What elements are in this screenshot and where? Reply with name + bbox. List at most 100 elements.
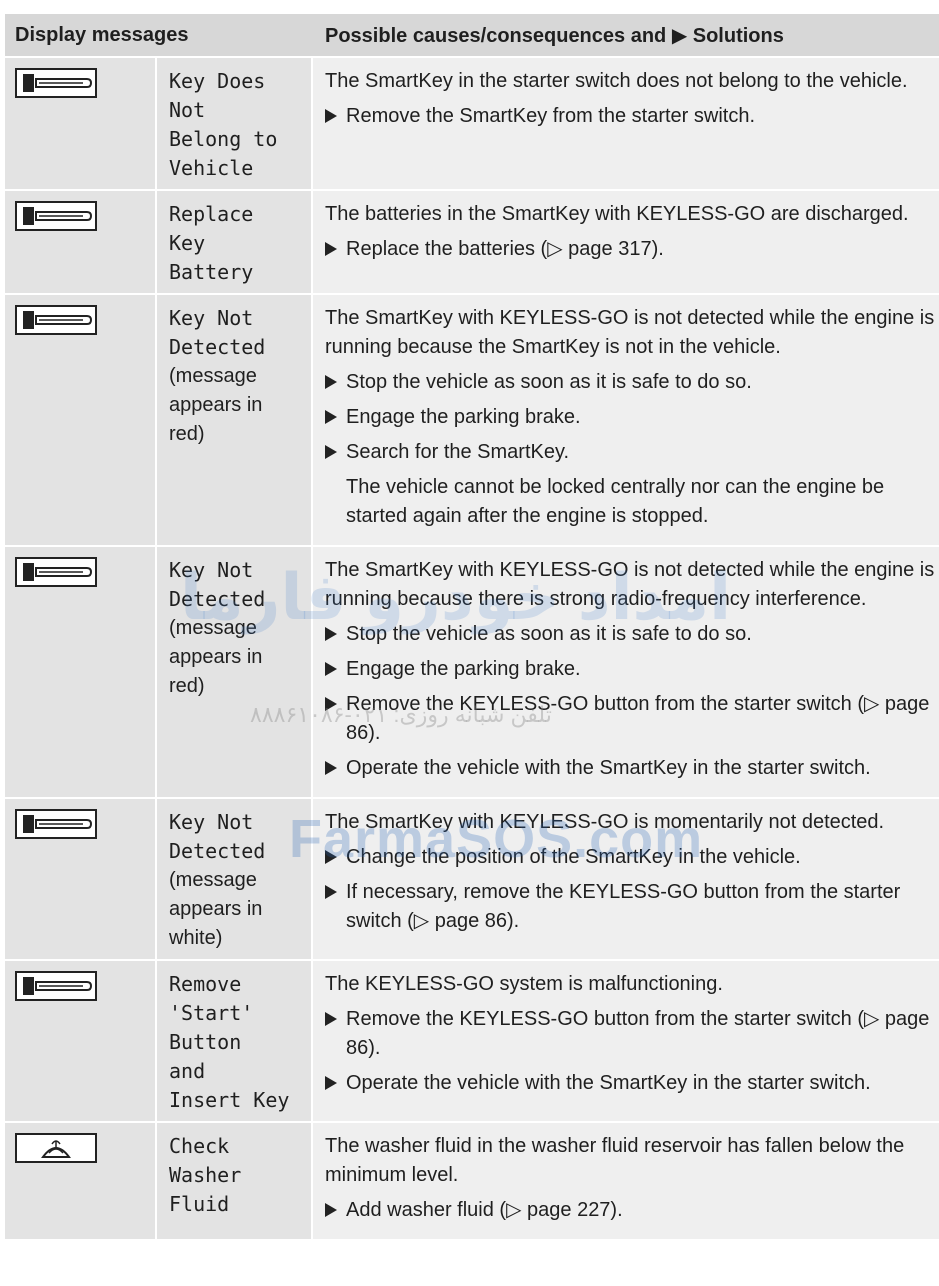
message-note-line: appears in xyxy=(169,394,263,416)
solution-step: Remove the SmartKey from the starter swi… xyxy=(325,102,935,131)
washer-fluid-icon xyxy=(15,1133,97,1163)
message-row: Key Not Detected (message appears in red) The… xyxy=(5,295,939,547)
icon-cell xyxy=(5,961,157,1121)
cause-text: The SmartKey in the starter switch does … xyxy=(325,70,908,92)
solution-step: Remove the KEYLESS-GO button from the st… xyxy=(325,1005,935,1063)
step-arrow-icon xyxy=(325,375,337,389)
key-icon xyxy=(15,557,97,587)
display-message-line: Battery xyxy=(169,260,254,284)
message-note-line: (message xyxy=(169,365,257,387)
cause-text: The washer fluid in the washer fluid res… xyxy=(325,1135,905,1186)
display-message-line: Check xyxy=(169,1134,230,1158)
solution-cell: The batteries in the SmartKey with KEYLE… xyxy=(313,191,939,293)
step-text: Operate the vehicle with the SmartKey in… xyxy=(346,1072,871,1094)
cause-text: The SmartKey with KEYLESS-GO is not dete… xyxy=(325,307,935,358)
step-arrow-icon xyxy=(325,109,337,123)
key-svg xyxy=(23,563,93,581)
key-icon xyxy=(15,201,97,231)
solution-cell: The SmartKey with KEYLESS-GO is not dete… xyxy=(313,295,939,545)
message-row: Remove 'Start' Button and Insert Key The KEYL… xyxy=(5,961,939,1123)
message-cell: Remove 'Start' Button and Insert Key xyxy=(157,961,313,1121)
header-display-messages: Display messages xyxy=(15,23,189,46)
step-text: Engage the parking brake. xyxy=(346,406,581,428)
step-arrow-icon xyxy=(325,1076,337,1090)
message-row: Check Washer Fluid The washer fluid in the … xyxy=(5,1123,939,1241)
solution-cell: The SmartKey in the starter switch does … xyxy=(313,58,939,189)
message-note-line: appears in xyxy=(169,898,263,920)
key-svg xyxy=(23,815,93,833)
solution-step: Engage the parking brake. xyxy=(325,403,935,432)
display-message-line: Key Does xyxy=(169,69,266,93)
solution-cell: The washer fluid in the washer fluid res… xyxy=(313,1123,939,1239)
step-arrow-icon xyxy=(325,662,337,676)
step-text: Remove the KEYLESS-GO button from the st… xyxy=(346,1008,930,1059)
message-cell: Replace Key Battery xyxy=(157,191,313,293)
cause-text: The batteries in the SmartKey with KEYLE… xyxy=(325,203,909,225)
icon-cell xyxy=(5,295,157,545)
icon-cell xyxy=(5,547,157,797)
icon-cell xyxy=(5,1123,157,1239)
step-text: Engage the parking brake. xyxy=(346,658,581,680)
step-text: If necessary, remove the KEYLESS-GO butt… xyxy=(346,881,901,932)
icon-cell xyxy=(5,191,157,293)
key-svg xyxy=(23,311,93,329)
display-message-line: Remove xyxy=(169,972,242,996)
key-svg xyxy=(23,207,93,225)
display-message-line: Washer xyxy=(169,1163,242,1187)
solution-cell: The KEYLESS-GO system is malfunctioning.… xyxy=(313,961,939,1121)
message-note-line: appears in xyxy=(169,646,263,668)
step-text: Search for the SmartKey. xyxy=(346,441,570,463)
icon-cell xyxy=(5,799,157,959)
icon-cell xyxy=(5,58,157,189)
table-header: Display messages Possible causes/consequ… xyxy=(5,14,939,58)
display-message-line: Fluid xyxy=(169,1192,230,1216)
display-message-line: Belong to xyxy=(169,127,278,151)
key-svg xyxy=(23,74,93,92)
step-arrow-icon xyxy=(325,885,337,899)
message-note-line: (message xyxy=(169,869,257,891)
step-arrow-icon xyxy=(325,1203,337,1217)
solution-step: Operate the vehicle with the SmartKey in… xyxy=(325,1069,935,1098)
solution-step: If necessary, remove the KEYLESS-GO butt… xyxy=(325,878,935,936)
display-message-line: Button xyxy=(169,1030,242,1054)
key-icon xyxy=(15,68,97,98)
step-arrow-icon xyxy=(325,410,337,424)
display-message-line: Key Not xyxy=(169,306,254,330)
table-body: Key Does Not Belong to Vehicle The SmartKey … xyxy=(5,58,939,1241)
message-note-line: white) xyxy=(169,927,223,949)
step-arrow-icon xyxy=(325,1012,337,1026)
washer-svg xyxy=(41,1140,71,1158)
step-text: Add washer fluid (▷ page 227). xyxy=(346,1199,623,1221)
display-message-line: Vehicle xyxy=(169,156,254,180)
step-text: Replace the batteries (▷ page 317). xyxy=(346,238,664,260)
display-message-line: Insert Key xyxy=(169,1088,290,1112)
display-message-line: Replace xyxy=(169,202,254,226)
solution-note: The vehicle cannot be locked centrally n… xyxy=(346,476,885,527)
watermark-phone-text: تلفن شبانه روزی: ۰۲۱-۸۸۸۶۱۰۸۶ xyxy=(250,702,552,727)
display-message-line: Key xyxy=(169,231,206,255)
watermark-persian-text: امداد خودرو فارما xyxy=(180,561,732,633)
message-row: Replace Key Battery The batteries in the Sm… xyxy=(5,191,939,295)
display-message-line: and xyxy=(169,1059,206,1083)
watermark-site: FarmaSOS.com xyxy=(289,809,704,869)
solution-step: Stop the vehicle as soon as it is safe t… xyxy=(325,368,935,397)
solution-step: Engage the parking brake. xyxy=(325,655,935,684)
header-causes-solutions: Possible causes/consequences and ▶ Solut… xyxy=(325,24,784,47)
step-text: Remove the SmartKey from the starter swi… xyxy=(346,105,756,127)
key-icon xyxy=(15,809,97,839)
cause-text: The KEYLESS-GO system is malfunctioning. xyxy=(325,973,723,995)
message-row: Key Does Not Belong to Vehicle The SmartKey … xyxy=(5,58,939,191)
step-arrow-icon xyxy=(325,761,337,775)
solution-step: Operate the vehicle with the SmartKey in… xyxy=(325,754,935,783)
message-note-line: red) xyxy=(169,423,205,445)
message-note-line: red) xyxy=(169,675,205,697)
step-text: Stop the vehicle as soon as it is safe t… xyxy=(346,371,752,393)
solution-step: Add washer fluid (▷ page 227). xyxy=(325,1196,935,1225)
display-message-line: Not xyxy=(169,98,206,122)
message-cell: Key Does Not Belong to Vehicle xyxy=(157,58,313,189)
step-arrow-icon xyxy=(325,445,337,459)
key-svg xyxy=(23,977,93,995)
key-icon xyxy=(15,971,97,1001)
display-message-line: Detected xyxy=(169,335,266,359)
step-arrow-icon xyxy=(325,242,337,256)
